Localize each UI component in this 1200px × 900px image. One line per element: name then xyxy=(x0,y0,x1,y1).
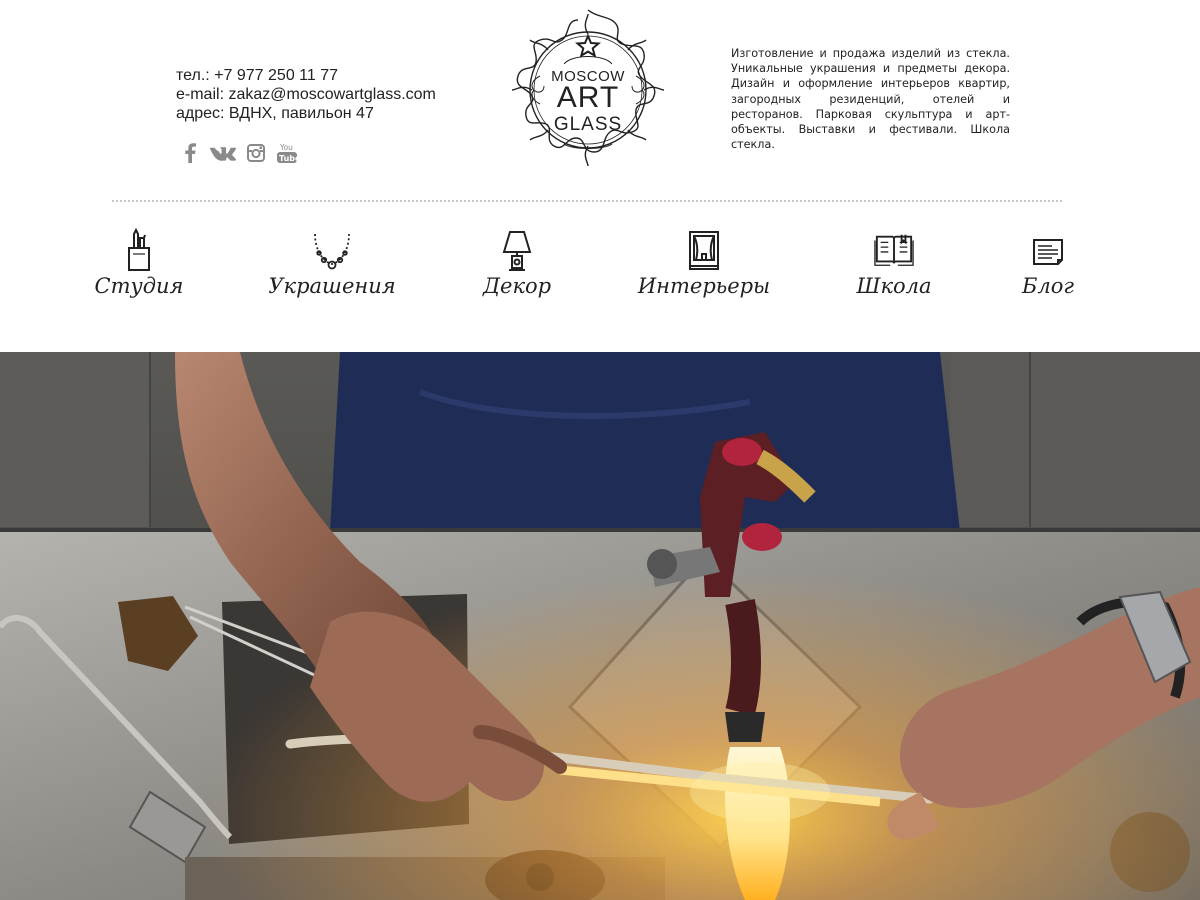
main-nav: Студия Украшения Декор Интерьеры Школа Б… xyxy=(0,228,1200,318)
logo-text: MOSCOW ART GLASS xyxy=(504,6,672,174)
phone-text[interactable]: тел.: +7 977 250 11 77 xyxy=(176,66,436,85)
brushes-cup-icon xyxy=(119,228,159,272)
nav-item-jewelry[interactable]: Украшения xyxy=(268,228,396,298)
nav-item-blog[interactable]: Блог xyxy=(1022,228,1074,298)
lamp-icon xyxy=(497,228,537,272)
address-text: адрес: ВДНХ, павильон 47 xyxy=(176,105,374,122)
nav-item-decor[interactable]: Декор xyxy=(482,228,552,298)
hero-photo xyxy=(0,352,1200,900)
logo-line-glass: GLASS xyxy=(553,114,623,135)
header-divider xyxy=(112,200,1062,202)
nav-label-decor: Декор xyxy=(482,274,552,298)
logo-line-art: ART xyxy=(556,81,620,114)
facebook-icon[interactable] xyxy=(180,142,200,164)
glassblowing-photo xyxy=(0,352,1200,900)
blog-icon xyxy=(1028,228,1068,272)
site-header: тел.: +7 977 250 11 77 e-mail: zakaz@mos… xyxy=(0,0,1200,352)
social-links: You Tube xyxy=(180,142,298,164)
nav-label-studio: Студия xyxy=(94,274,184,298)
email-link[interactable]: e-mail: zakaz@moscowartglass.com xyxy=(176,85,436,104)
svg-text:Tube: Tube xyxy=(279,154,297,163)
instagram-icon[interactable] xyxy=(246,142,266,164)
site-logo[interactable]: MOSCOW ART GLASS xyxy=(504,6,672,174)
nav-label-school: Школа xyxy=(856,274,932,298)
youtube-icon[interactable]: You Tube xyxy=(276,142,298,164)
nav-item-interiors[interactable]: Интерьеры xyxy=(638,228,770,298)
window-icon xyxy=(684,228,724,272)
nav-label-jewelry: Украшения xyxy=(268,274,396,298)
contact-block: тел.: +7 977 250 11 77 e-mail: zakaz@mos… xyxy=(176,66,436,123)
book-icon xyxy=(874,228,914,272)
about-text: Изготовление и продажа изделий из стекла… xyxy=(731,47,1010,152)
vk-icon[interactable] xyxy=(210,142,236,164)
nav-label-interiors: Интерьеры xyxy=(637,274,771,298)
nav-label-blog: Блог xyxy=(1021,274,1075,298)
nav-item-studio[interactable]: Студия xyxy=(95,228,183,298)
necklace-icon xyxy=(312,228,352,272)
nav-item-school[interactable]: Школа xyxy=(856,228,932,298)
svg-text:You: You xyxy=(279,143,293,152)
